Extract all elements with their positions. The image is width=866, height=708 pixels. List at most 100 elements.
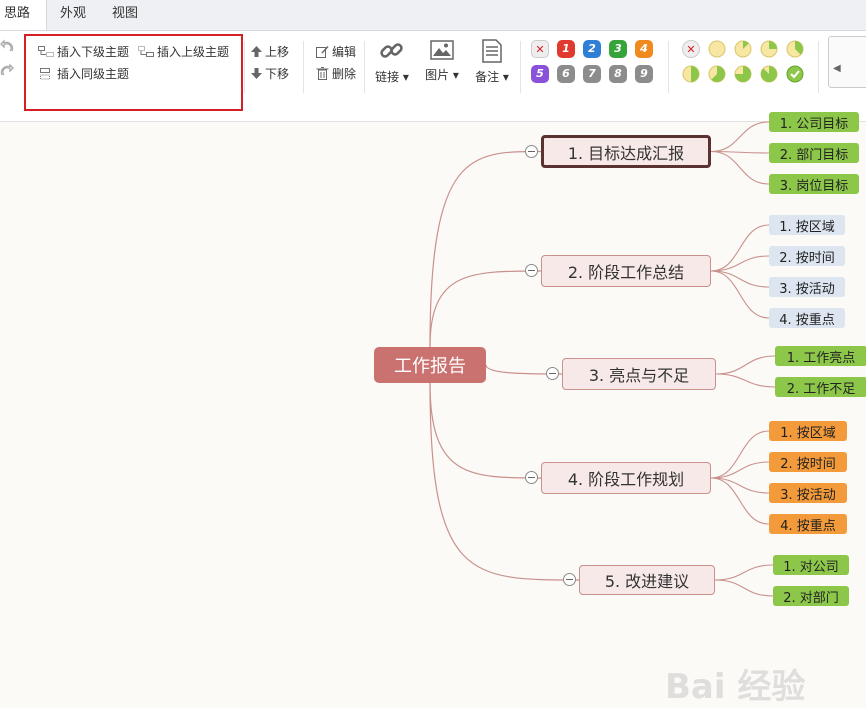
leaf-connector xyxy=(714,564,774,581)
priority-6-button[interactable]: 6 xyxy=(557,65,575,83)
priority-8-button[interactable]: 8 xyxy=(609,65,627,83)
collapse-toggle-icon[interactable] xyxy=(525,471,538,484)
style-panel[interactable]: ◀ xyxy=(828,36,866,88)
subtopic[interactable]: 2. 按时间 xyxy=(769,246,845,266)
collapse-toggle-icon[interactable] xyxy=(563,573,576,586)
trash-icon xyxy=(316,67,329,80)
link-button[interactable]: 链接 ▾ xyxy=(372,39,412,85)
redo-icon xyxy=(0,63,14,76)
redo-button[interactable] xyxy=(0,63,14,77)
tab-thinking[interactable]: 思路 xyxy=(0,0,47,30)
collapse-toggle-icon[interactable] xyxy=(525,264,538,277)
subtopic[interactable]: 3. 岗位目标 xyxy=(769,174,859,194)
subtopic[interactable]: 4. 按重点 xyxy=(769,514,847,534)
watermark: Bai 经验 xyxy=(665,667,806,707)
progress-3-icon[interactable] xyxy=(786,40,804,58)
leaf-connector xyxy=(715,355,776,375)
ribbon-toolbar: 插入下级主题 插入上级主题 插入同级主题 上移 下移 编辑 删除 链接 ▾ 图片… xyxy=(0,31,866,122)
move-down-button[interactable]: 下移 xyxy=(251,65,289,82)
edit-label: 编辑 xyxy=(332,45,357,59)
subtopic[interactable]: 3. 按活动 xyxy=(769,483,847,503)
leaf-connector xyxy=(710,270,770,319)
tab-appearance[interactable]: 外观 xyxy=(60,0,86,30)
branch-topic[interactable]: 4. 阶段工作规划 xyxy=(541,462,711,494)
move-up-button[interactable]: 上移 xyxy=(251,43,289,60)
progress-4-icon[interactable] xyxy=(682,65,700,83)
remove-progress-button[interactable]: ✕ xyxy=(682,40,700,58)
collapse-toggle-icon[interactable] xyxy=(546,367,559,380)
leaf-connector xyxy=(710,270,770,288)
leaf-connector xyxy=(710,461,770,479)
collapse-toggle-icon[interactable] xyxy=(525,144,538,158)
priority-1-button[interactable]: 1 xyxy=(557,40,575,58)
progress-5-icon[interactable] xyxy=(708,65,726,83)
progress-6-icon[interactable] xyxy=(734,65,752,83)
toolbar-divider xyxy=(303,41,304,93)
edit-icon xyxy=(316,45,329,58)
link-label: 链接 ▾ xyxy=(375,70,409,84)
subtopic[interactable]: 1. 对公司 xyxy=(773,555,849,575)
subtopic[interactable]: 4. 按重点 xyxy=(769,308,845,328)
progress-2-icon[interactable] xyxy=(760,40,778,58)
image-label: 图片 ▾ xyxy=(425,68,459,82)
priority-3-button[interactable]: 3 xyxy=(609,40,627,58)
branch-topic[interactable]: 3. 亮点与不足 xyxy=(562,358,716,390)
highlight-box xyxy=(24,34,243,111)
branch-connector xyxy=(429,270,542,348)
remove-priority-button[interactable]: ✕ xyxy=(531,40,549,58)
priority-5-button[interactable]: 5 xyxy=(531,65,549,83)
note-label: 备注 ▾ xyxy=(475,70,509,84)
priority-7-button[interactable]: 7 xyxy=(583,65,601,83)
mindmap-canvas[interactable]: 工作报告 1. 目标达成汇报 1. 公司目标 2. 部门目标 3. 岗位目标 2. 阶段工… xyxy=(0,112,866,707)
branch-topic[interactable]: 2. 阶段工作总结 xyxy=(541,255,711,287)
subtopic[interactable]: 2. 对部门 xyxy=(773,586,849,606)
leaf-connector xyxy=(710,255,770,272)
subtopic[interactable]: 1. 公司目标 xyxy=(769,112,859,132)
leaf-connector xyxy=(715,373,776,388)
undo-icon xyxy=(0,39,14,52)
subtopic[interactable]: 2. 工作不足 xyxy=(775,377,866,397)
move-up-label: 上移 xyxy=(265,45,290,59)
image-button[interactable]: 图片 ▾ xyxy=(422,39,462,83)
priority-2-button[interactable]: 2 xyxy=(583,40,601,58)
arrow-down-icon xyxy=(251,68,262,79)
branch-topic[interactable]: 5. 改进建议 xyxy=(579,565,715,595)
subtopic[interactable]: 2. 按时间 xyxy=(769,452,847,472)
toolbar-divider xyxy=(668,41,669,93)
progress-7-icon[interactable] xyxy=(760,65,778,83)
priority-4-button[interactable]: 4 xyxy=(635,40,653,58)
leaf-connector xyxy=(710,121,770,153)
note-icon xyxy=(482,39,502,63)
move-down-label: 下移 xyxy=(265,67,290,81)
undo-button[interactable] xyxy=(0,39,14,53)
ribbon-tab-bar: 思路 外观 视图 xyxy=(0,0,866,31)
delete-label: 删除 xyxy=(332,67,357,81)
progress-1-icon[interactable] xyxy=(734,40,752,58)
delete-button[interactable]: 删除 xyxy=(316,65,356,82)
progress-done-icon[interactable] xyxy=(786,65,804,83)
note-button[interactable]: 备注 ▾ xyxy=(472,39,512,85)
tab-view[interactable]: 视图 xyxy=(112,0,138,30)
progress-0-icon[interactable] xyxy=(708,40,726,58)
toolbar-divider xyxy=(520,41,521,93)
priority-9-button[interactable]: 9 xyxy=(635,65,653,83)
leaf-connector xyxy=(710,150,770,185)
branch-connector xyxy=(429,150,542,348)
root-topic[interactable]: 工作报告 xyxy=(374,347,486,383)
edit-button[interactable]: 编辑 xyxy=(316,43,356,60)
toolbar-divider xyxy=(364,41,365,93)
branch-topic[interactable]: 1. 目标达成汇报 xyxy=(541,135,711,168)
subtopic[interactable]: 3. 按活动 xyxy=(769,277,845,297)
branch-connector xyxy=(429,382,542,479)
subtopic[interactable]: 1. 按区域 xyxy=(769,215,845,235)
link-icon xyxy=(380,43,403,58)
toolbar-divider xyxy=(818,41,819,93)
subtopic[interactable]: 1. 按区域 xyxy=(769,421,847,441)
leaf-connector xyxy=(714,579,774,597)
leaf-connector xyxy=(710,477,770,494)
subtopic[interactable]: 1. 工作亮点 xyxy=(775,346,866,366)
arrow-up-icon xyxy=(251,46,262,57)
subtopic[interactable]: 2. 部门目标 xyxy=(769,143,859,163)
image-icon xyxy=(430,40,454,60)
chevron-left-icon[interactable]: ◀ xyxy=(833,63,841,74)
